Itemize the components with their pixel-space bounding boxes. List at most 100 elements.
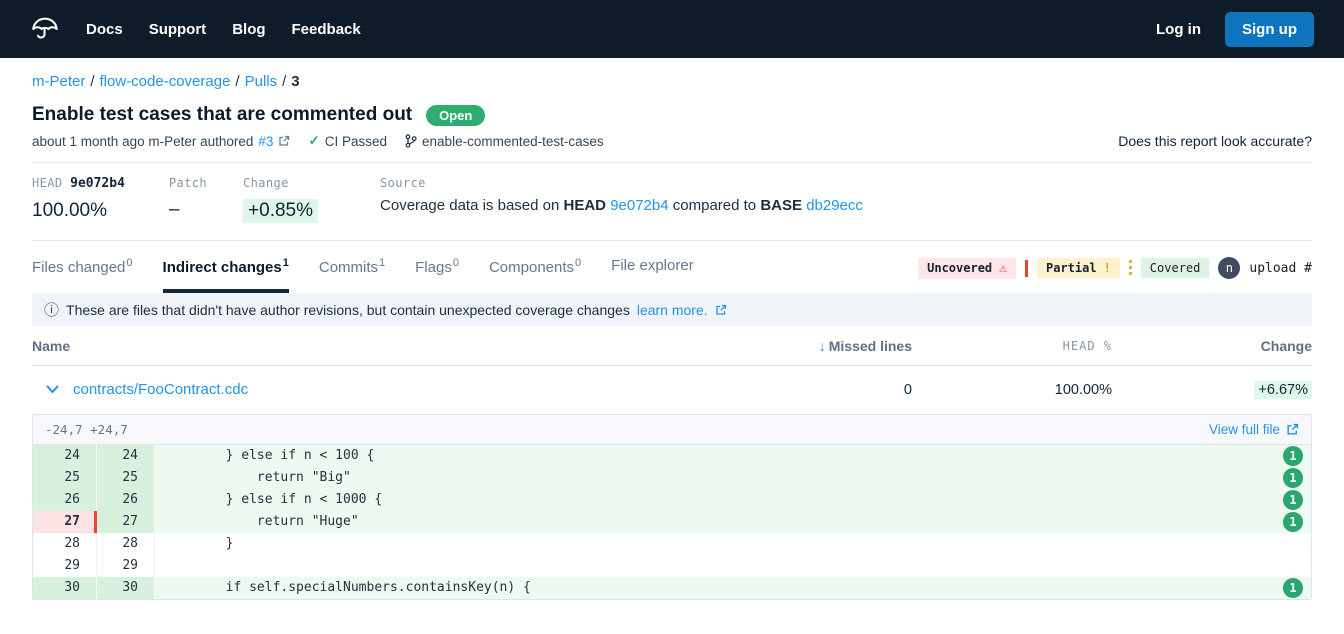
external-link-icon bbox=[715, 304, 727, 316]
new-line-number: 27 bbox=[97, 511, 155, 533]
nav-link-feedback[interactable]: Feedback bbox=[292, 21, 361, 38]
warning-triangle-icon: ⚠ bbox=[999, 261, 1007, 276]
code-line: } else if n < 100 { bbox=[155, 445, 1311, 467]
upload-count-badge[interactable]: 1 bbox=[1283, 490, 1303, 510]
head-label: HEAD bbox=[32, 176, 63, 190]
code-line bbox=[155, 555, 1311, 577]
old-line-number: 29 bbox=[33, 555, 97, 577]
diff-line-25: 2525 return "Big"1 bbox=[33, 467, 1311, 489]
breadcrumb-repo[interactable]: flow-code-coverage bbox=[100, 73, 231, 90]
page-title: Enable test cases that are commented out bbox=[32, 104, 412, 126]
old-line-number: 26 bbox=[33, 489, 97, 511]
source-description: Coverage data is based on HEAD 9e072b4 c… bbox=[380, 197, 863, 214]
tab-components[interactable]: Components0 bbox=[489, 257, 581, 293]
old-line-number: 27 bbox=[33, 511, 97, 533]
nav-link-support[interactable]: Support bbox=[149, 21, 207, 38]
table-row: contracts/FooContract.cdc 0 100.00% +6.6… bbox=[32, 366, 1312, 411]
code-line: return "Huge" bbox=[155, 511, 1311, 533]
coverage-legend: Uncovered⚠ Partial! Covered n upload # bbox=[918, 257, 1312, 293]
column-change[interactable]: Change bbox=[1112, 338, 1312, 354]
check-icon: ✓ bbox=[308, 133, 319, 149]
new-line-number: 26 bbox=[97, 489, 155, 511]
login-link[interactable]: Log in bbox=[1156, 21, 1201, 38]
upload-label: upload # bbox=[1249, 261, 1312, 276]
external-link-icon bbox=[1286, 423, 1299, 436]
covered-legend: Covered bbox=[1141, 258, 1210, 278]
old-line-number: 25 bbox=[33, 467, 97, 489]
diff-line-29: 2929 bbox=[33, 555, 1311, 577]
upload-count-badge[interactable]: 1 bbox=[1283, 578, 1303, 598]
column-head-percent[interactable]: HEAD % bbox=[912, 339, 1112, 353]
source-label: Source bbox=[380, 176, 863, 190]
source-head-sha-link[interactable]: 9e072b4 bbox=[610, 197, 668, 214]
git-branch-icon bbox=[405, 134, 417, 148]
nav-link-docs[interactable]: Docs bbox=[86, 21, 123, 38]
tab-files-changed[interactable]: Files changed0 bbox=[32, 257, 133, 293]
file-link[interactable]: contracts/FooContract.cdc bbox=[73, 381, 248, 398]
upload-count-badge[interactable]: 1 bbox=[1283, 446, 1303, 466]
code-line: return "Big" bbox=[155, 467, 1311, 489]
top-navbar: Docs Support Blog Feedback Log in Sign up bbox=[0, 0, 1344, 58]
upload-count-badge[interactable]: 1 bbox=[1283, 512, 1303, 532]
diff-line-30: 3030 if self.specialNumbers.containsKey(… bbox=[33, 577, 1311, 599]
codecov-umbrella-logo-icon[interactable] bbox=[30, 14, 60, 44]
diff-line-26: 2626 } else if n < 1000 {1 bbox=[33, 489, 1311, 511]
tab-commits[interactable]: Commits1 bbox=[319, 257, 385, 293]
diff-line-28: 2828 } bbox=[33, 533, 1311, 555]
ci-status-text: CI Passed bbox=[325, 134, 387, 149]
tab-indirect-changes[interactable]: Indirect changes1 bbox=[163, 257, 289, 293]
partial-legend: Partial! bbox=[1037, 258, 1120, 278]
old-line-number: 28 bbox=[33, 533, 97, 555]
chevron-down-icon[interactable] bbox=[46, 385, 59, 394]
partial-bar-icon bbox=[1129, 260, 1132, 277]
old-line-number: 30 bbox=[33, 577, 97, 599]
old-line-number: 24 bbox=[33, 445, 97, 467]
learn-more-link[interactable]: learn more. bbox=[637, 302, 708, 318]
breadcrumb-pulls[interactable]: Pulls bbox=[245, 73, 278, 90]
source-base-sha-link[interactable]: db29ecc bbox=[806, 197, 863, 214]
head-percent-value: 100.00% bbox=[912, 382, 1112, 398]
diff-hunk-header: -24,7 +24,7 bbox=[45, 422, 128, 437]
view-full-file-link[interactable]: View full file bbox=[1209, 422, 1299, 437]
external-link-icon bbox=[278, 135, 290, 147]
upload-count-icon: n bbox=[1218, 257, 1240, 279]
head-coverage-value: 100.00% bbox=[32, 200, 125, 222]
change-value: +0.85% bbox=[243, 199, 318, 223]
indirect-changes-table: Name ↓Missed lines HEAD % Change contrac… bbox=[32, 326, 1312, 411]
new-line-number: 25 bbox=[97, 467, 155, 489]
tab-flags[interactable]: Flags0 bbox=[415, 257, 459, 293]
pr-number-link[interactable]: #3 bbox=[258, 134, 273, 149]
tab-file-explorer[interactable]: File explorer bbox=[611, 257, 694, 293]
upload-count-badge[interactable]: 1 bbox=[1283, 468, 1303, 488]
diff-line-27: 2727 return "Huge"1 bbox=[33, 511, 1311, 533]
uncovered-bar-icon bbox=[1025, 260, 1028, 277]
banner-text: These are files that didn't have author … bbox=[66, 302, 630, 318]
code-line: } else if n < 1000 { bbox=[155, 489, 1311, 511]
change-label: Change bbox=[243, 176, 318, 190]
breadcrumb-owner[interactable]: m-Peter bbox=[32, 73, 85, 90]
patch-value: – bbox=[169, 199, 207, 221]
head-sha: 9e072b4 bbox=[70, 176, 125, 191]
new-line-number: 29 bbox=[97, 555, 155, 577]
table-header: Name ↓Missed lines HEAD % Change bbox=[32, 326, 1312, 366]
exclamation-icon: ! bbox=[1104, 261, 1111, 275]
new-line-number: 30 bbox=[97, 577, 155, 599]
coverage-stats: HEAD 9e072b4 100.00% Patch – Change +0.8… bbox=[0, 163, 1344, 240]
column-name[interactable]: Name bbox=[32, 338, 662, 354]
branch-name: enable-commented-test-cases bbox=[422, 134, 604, 149]
uncovered-legend: Uncovered⚠ bbox=[918, 258, 1016, 279]
new-line-number: 24 bbox=[97, 445, 155, 467]
diff-lines: 2424 } else if n < 100 {12525 return "Bi… bbox=[33, 445, 1311, 599]
breadcrumb-pull-number: 3 bbox=[291, 73, 299, 90]
info-icon: ⓘ bbox=[44, 299, 59, 320]
report-accuracy-link[interactable]: Does this report look accurate? bbox=[1118, 133, 1312, 149]
report-tabs: Files changed0 Indirect changes1 Commits1 F… bbox=[32, 257, 724, 293]
sort-descending-icon: ↓ bbox=[819, 338, 826, 354]
code-line: } bbox=[155, 533, 1311, 555]
column-missed-lines[interactable]: ↓Missed lines bbox=[662, 338, 912, 354]
authored-text: about 1 month ago m-Peter authored bbox=[32, 134, 253, 149]
code-diff-panel: -24,7 +24,7 View full file 2424 } else i… bbox=[32, 414, 1312, 600]
nav-link-blog[interactable]: Blog bbox=[232, 21, 265, 38]
signup-button[interactable]: Sign up bbox=[1225, 12, 1314, 47]
patch-label: Patch bbox=[169, 176, 207, 190]
